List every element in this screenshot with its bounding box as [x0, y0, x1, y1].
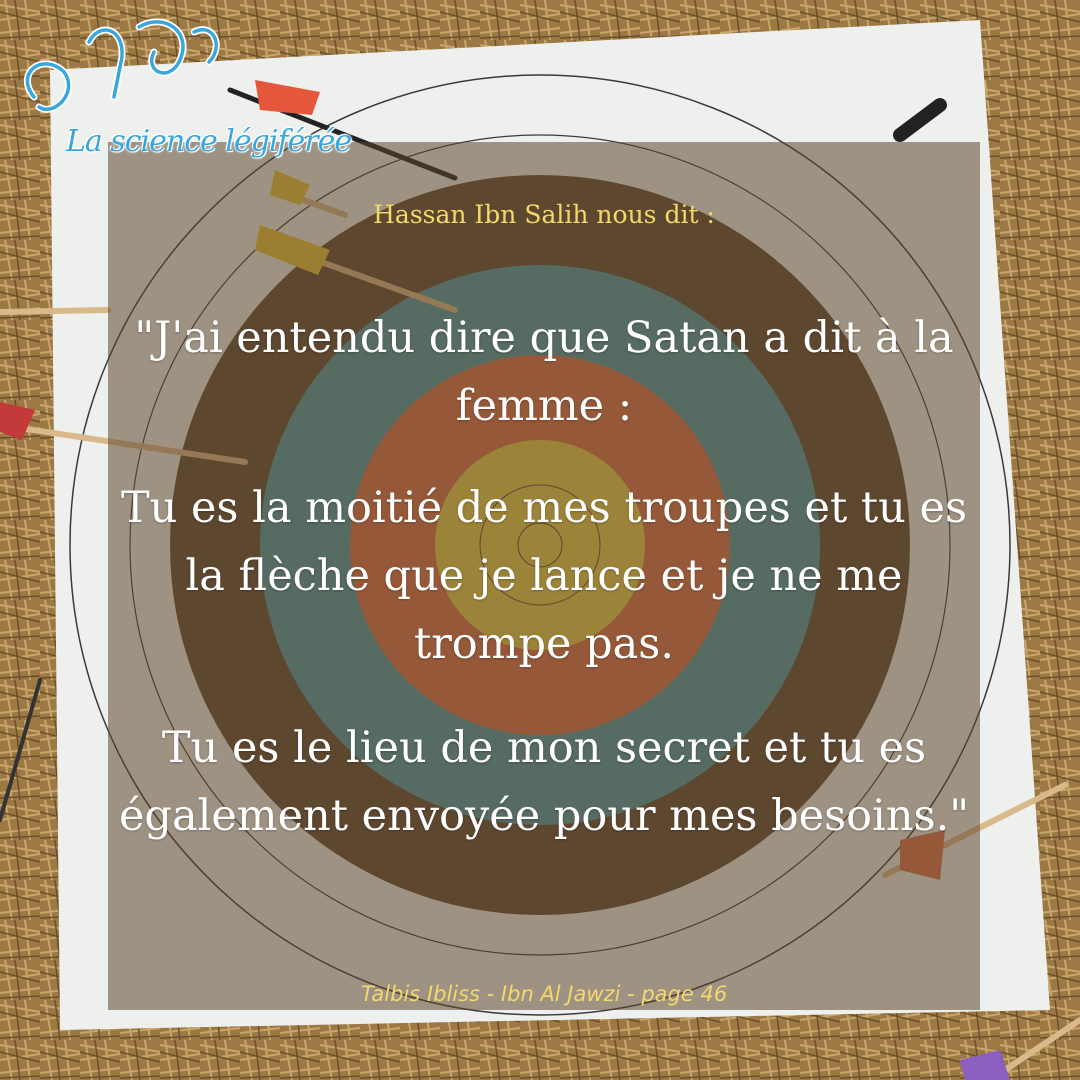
quote-intro: Hassan Ibn Salih nous dit :	[373, 200, 715, 229]
quote-paragraph-3: Tu es le lieu de mon secret et tu es éga…	[118, 723, 970, 841]
brand-script-name: La science légiférée	[66, 124, 352, 159]
quote-paragraph-1: "J'ai entendu dire que Satan a dit à la …	[134, 313, 954, 431]
quote-source: Talbis Ibliss - Ibn Al Jawzi - page 46	[360, 982, 728, 1006]
quote-paragraph-2: Tu es la moitié de mes troupes et tu es …	[120, 483, 968, 669]
brand-logo: La science légiférée	[4, 2, 364, 172]
